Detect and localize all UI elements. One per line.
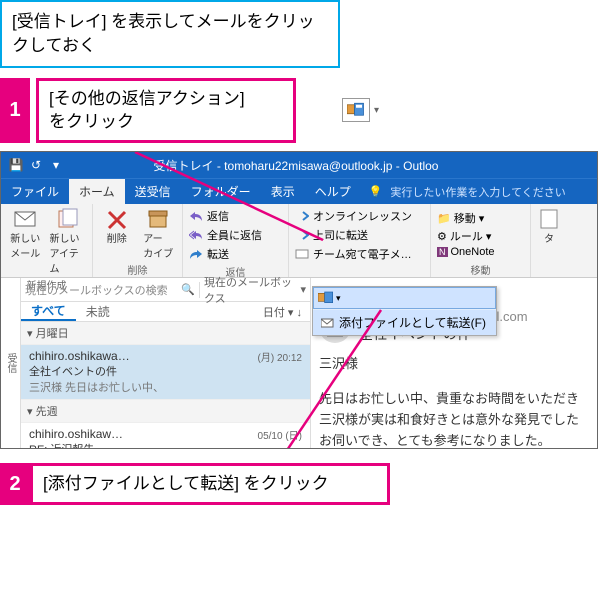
save-icon[interactable]: 💾: [9, 158, 23, 172]
qa-caret-icon[interactable]: ▾: [49, 158, 63, 172]
nav-collapsed[interactable]: 受信: [1, 278, 21, 448]
move-button[interactable]: 📁移動 ▾: [437, 210, 524, 226]
archive-button[interactable]: アー カイブ: [141, 208, 177, 260]
more-reply-actions-button[interactable]: ▾: [313, 287, 496, 309]
onenote-icon: N: [437, 247, 448, 257]
more-reply-actions-magnified: ▾: [342, 78, 379, 144]
reading-body: 三沢様 先日はお忙しい中、貴重なお時間をいただき 三沢様が実は和食好きとは意外な…: [319, 354, 589, 448]
step2-text: [添付ファイルとして転送] をクリック: [43, 474, 329, 493]
reply-button[interactable]: 返信: [189, 208, 282, 224]
filter-unread[interactable]: 未読: [76, 303, 120, 320]
group-delete-label: 削除: [99, 262, 176, 277]
ribbon-tabs: ファイル ホーム 送受信 フォルダー 表示 ヘルプ 💡 実行したい作業を入力して…: [1, 178, 597, 204]
group-move-label: 移動: [437, 262, 524, 277]
tags-button[interactable]: タ: [537, 208, 561, 245]
outlook-window: 💾 ↺ ▾ 受信トレイ - tomoharu22misawa@outlook.j…: [0, 151, 598, 449]
onenote-button[interactable]: NOneNote: [437, 246, 524, 258]
delete-button[interactable]: 削除: [99, 208, 135, 245]
filter-all[interactable]: すべて: [21, 302, 76, 321]
title-bar: 💾 ↺ ▾ 受信トレイ - tomoharu22misawa@outlook.j…: [1, 152, 597, 178]
sort-select[interactable]: 日付 ▾ ↓: [263, 304, 310, 320]
step2-number: 2: [0, 463, 30, 505]
step2-callout: [添付ファイルとして転送] をクリック: [30, 463, 390, 505]
window-title: 受信トレイ - tomoharu22misawa@outlook.jp - Ou…: [1, 157, 597, 174]
reply-all-button[interactable]: 全員に返信: [189, 227, 282, 243]
tellme-input[interactable]: 実行したい作業を入力してください: [390, 184, 565, 200]
envelope-forward-icon: [321, 317, 335, 329]
tab-help[interactable]: ヘルプ: [305, 179, 361, 204]
tab-file[interactable]: ファイル: [1, 179, 69, 204]
message-list-pane: 現在のメールボックスの検索 🔍 現在のメールボックス▾ すべて 未読 日付 ▾ …: [21, 278, 311, 448]
quickstep-2[interactable]: 上司に転送: [295, 227, 424, 243]
step1-callout: [その他の返信アクション] をクリック: [36, 78, 296, 144]
rules-icon: ⚙: [437, 230, 447, 243]
message-item[interactable]: 05/10 (日) chihiro.oshikaw… RE: 近況報告 三沢様 …: [21, 423, 310, 449]
forward-as-attachment-item[interactable]: 添付ファイルとして転送(F): [313, 309, 496, 335]
step1-number: 1: [0, 78, 30, 144]
more-reply-actions-icon: [342, 98, 370, 122]
search-scope-select[interactable]: 現在のメールボックス▾: [200, 274, 310, 306]
dropdown-caret-icon: ▾: [374, 105, 379, 116]
new-item-button[interactable]: 新しい アイテム: [50, 208, 87, 275]
tellme-icon: 💡: [369, 185, 383, 198]
prestep-callout: [受信トレイ] を表示してメールをクリックしておく: [0, 0, 340, 68]
new-mail-button[interactable]: 新しい メール: [7, 208, 44, 260]
tab-home[interactable]: ホーム: [69, 179, 125, 204]
folder-move-icon: 📁: [437, 212, 451, 225]
group-header[interactable]: ▾ 先週: [21, 400, 310, 423]
step1-text: [その他の返信アクション] をクリック: [49, 89, 245, 132]
tab-view[interactable]: 表示: [261, 179, 305, 204]
search-input[interactable]: 現在のメールボックスの検索 🔍: [21, 282, 200, 298]
chevron-down-icon: ▾: [300, 283, 306, 296]
search-icon: 🔍: [181, 283, 195, 296]
tab-sendreceive[interactable]: 送受信: [125, 179, 181, 204]
qa-button[interactable]: ↺: [29, 158, 43, 172]
message-item[interactable]: (月) 20:12 chihiro.oshikawa… 全社イベントの件 三沢様…: [21, 345, 310, 400]
ribbon: 新しい メール 新しい アイテム 新規作成 削除 アー カイブ: [1, 204, 597, 278]
quickstep-1[interactable]: オンラインレッスン: [295, 208, 424, 224]
forward-button[interactable]: 転送: [189, 246, 282, 262]
rules-button[interactable]: ⚙ルール ▾: [437, 228, 524, 244]
quickstep-3[interactable]: チーム宛て電子メ…: [295, 246, 424, 262]
tab-folder[interactable]: フォルダー: [181, 179, 261, 204]
more-reply-actions-popup: ▾ 添付ファイルとして転送(F): [312, 286, 497, 336]
group-header[interactable]: ▾ 月曜日: [21, 322, 310, 345]
prestep-text: [受信トレイ] を表示してメールをクリックしておく: [12, 12, 315, 55]
